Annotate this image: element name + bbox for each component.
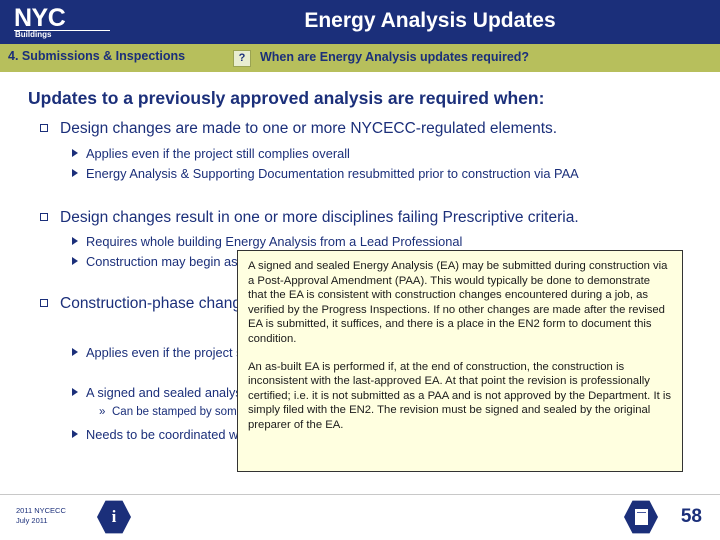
bullet-2-sub-1: Requires whole building Energy Analysis … [72, 234, 686, 250]
square-bullet-icon [40, 124, 48, 132]
document-icon-glyph [633, 508, 649, 526]
footer-source-line2: July 2011 [16, 516, 48, 525]
bullet-1-sub-1-text: Applies even if the project still compli… [86, 146, 350, 161]
triangle-bullet-icon [72, 169, 78, 177]
callout-box: A signed and sealed Energy Analysis (EA)… [237, 250, 683, 472]
triangle-bullet-icon [72, 430, 78, 438]
nyc-buildings-logo: NYC Buildings [6, 2, 112, 42]
bullet-1-text: Design changes are made to one or more N… [60, 120, 558, 137]
page-number: 58 [680, 506, 702, 527]
square-bullet-icon [40, 299, 48, 307]
section-question: When are Energy Analysis updates require… [260, 50, 530, 64]
footer-source-line1: 2011 NYCECC [16, 506, 66, 515]
bullet-1-sub-2: Energy Analysis & Supporting Documentati… [72, 166, 686, 182]
bullet-1-sub-1: Applies even if the project still compli… [72, 146, 686, 162]
bullet-2-text: Design changes result in one or more dis… [60, 209, 579, 226]
logo-main-text: NYC [14, 3, 66, 32]
bullet-2-sub-1-text: Requires whole building Energy Analysis … [86, 234, 463, 249]
footer-source: 2011 NYCECC July 2011 [16, 506, 66, 526]
slide-canvas: NYC Buildings Energy Analysis Updates 4.… [0, 0, 720, 540]
triangle-bullet-icon [72, 388, 78, 396]
question-mark-icon: ? [233, 50, 251, 67]
callout-paragraph-1: A signed and sealed Energy Analysis (EA)… [248, 260, 668, 345]
body-heading: Updates to a previously approved analysi… [28, 88, 545, 108]
bullet-1-sub-2-text: Energy Analysis & Supporting Documentati… [86, 166, 579, 181]
info-icon-shape: i [97, 500, 131, 534]
bullet-2: Design changes result in one or more dis… [40, 208, 700, 227]
square-bullet-icon [40, 213, 48, 221]
bullet-1: Design changes are made to one or more N… [40, 119, 700, 138]
info-icon[interactable]: i [97, 500, 131, 534]
page-title: Energy Analysis Updates [304, 9, 556, 32]
section-label: 4. Submissions & Inspections [8, 49, 186, 63]
triangle-bullet-icon [72, 348, 78, 356]
document-icon[interactable] [624, 500, 658, 534]
callout-paragraph-2: An as-built EA is performed if, at the e… [248, 360, 672, 431]
triangle-bullet-icon [72, 257, 78, 265]
footer-divider [0, 494, 720, 495]
logo-divider [14, 30, 110, 31]
info-icon-glyph: i [111, 507, 117, 526]
triangle-bullet-icon [72, 237, 78, 245]
triangle-bullet-icon [72, 149, 78, 157]
chevron-bullet-icon: » [99, 406, 106, 418]
document-icon-shape [624, 500, 658, 534]
